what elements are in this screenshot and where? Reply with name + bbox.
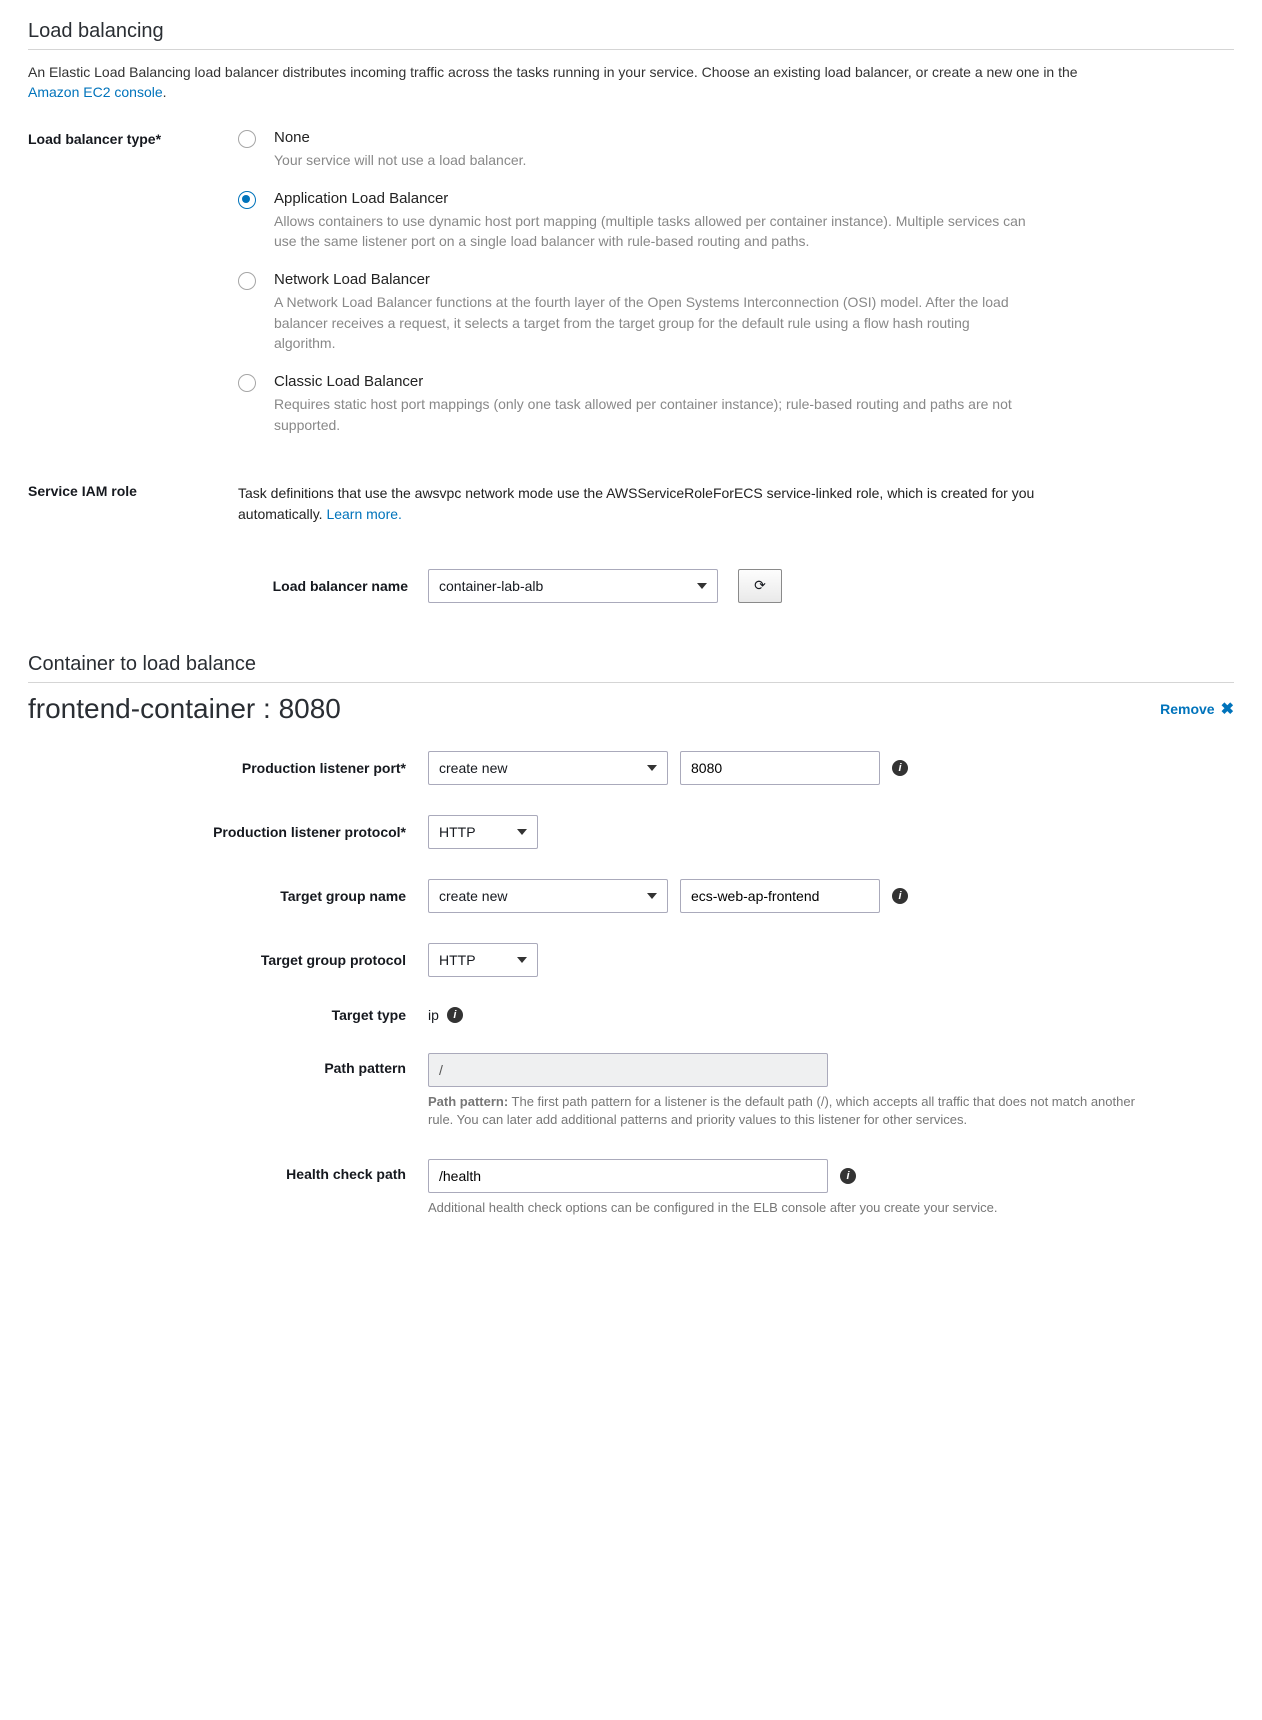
health-check-label: Health check path [28,1159,428,1182]
radio-desc: Your service will not use a load balance… [274,150,526,170]
path-pattern-help: Path pattern: The first path pattern for… [428,1093,1148,1129]
radio-icon[interactable] [238,191,256,209]
refresh-icon: ⟳ [754,577,766,594]
radio-option-nlb[interactable]: Network Load Balancer A Network Load Bal… [238,271,1234,353]
target-type-value: ip [428,1007,439,1023]
container-title: frontend-container : 8080 [28,693,341,725]
chevron-down-icon [517,829,527,835]
service-iam-role-text: Task definitions that use the awsvpc net… [238,483,1078,525]
listener-port-input[interactable] [680,751,880,785]
radio-label: None [274,129,526,146]
radio-icon[interactable] [238,130,256,148]
listener-port-select[interactable]: create new [428,751,668,785]
info-icon[interactable]: i [840,1168,856,1184]
lb-name-label: Load balancer name [28,578,428,594]
info-icon[interactable]: i [447,1007,463,1023]
info-icon[interactable]: i [892,888,908,904]
tg-name-input[interactable] [680,879,880,913]
health-check-help: Additional health check options can be c… [428,1199,997,1217]
radio-label: Network Load Balancer [274,271,1034,288]
tg-proto-select[interactable]: HTTP [428,943,538,977]
learn-more-link[interactable]: Learn more. [326,506,401,522]
section-title-load-balancing: Load balancing [28,20,1234,50]
section-title-container: Container to load balance [28,653,1234,683]
radio-icon[interactable] [238,272,256,290]
chevron-down-icon [647,765,657,771]
radio-desc: A Network Load Balancer functions at the… [274,292,1034,353]
listener-proto-select[interactable]: HTTP [428,815,538,849]
ec2-console-link[interactable]: Amazon EC2 console [28,84,163,100]
remove-button[interactable]: Remove ✖ [1160,699,1234,719]
listener-proto-label: Production listener protocol* [28,824,428,840]
tg-name-label: Target group name [28,888,428,904]
radio-icon[interactable] [238,374,256,392]
radio-label: Classic Load Balancer [274,373,1034,390]
refresh-button[interactable]: ⟳ [738,569,782,603]
lb-name-select[interactable]: container-lab-alb [428,569,718,603]
chevron-down-icon [697,583,707,589]
path-pattern-label: Path pattern [28,1053,428,1076]
radio-option-alb[interactable]: Application Load Balancer Allows contain… [238,190,1234,252]
lb-name-value: container-lab-alb [439,578,543,594]
radio-desc: Allows containers to use dynamic host po… [274,211,1034,252]
health-check-input[interactable] [428,1159,828,1193]
radio-option-none[interactable]: None Your service will not use a load ba… [238,129,1234,170]
radio-desc: Requires static host port mappings (only… [274,394,1034,435]
path-pattern-input [428,1053,828,1087]
section-description: An Elastic Load Balancing load balancer … [28,62,1128,103]
listener-port-label: Production listener port* [28,760,428,776]
radio-option-clb[interactable]: Classic Load Balancer Requires static ho… [238,373,1234,435]
target-type-label: Target type [28,1007,428,1023]
chevron-down-icon [517,957,527,963]
close-icon: ✖ [1221,699,1234,719]
tg-proto-label: Target group protocol [28,952,428,968]
service-iam-role-label: Service IAM role [28,483,238,499]
info-icon[interactable]: i [892,760,908,776]
tg-name-select[interactable]: create new [428,879,668,913]
lb-type-label: Load balancer type* [28,129,238,147]
radio-label: Application Load Balancer [274,190,1034,207]
chevron-down-icon [647,893,657,899]
